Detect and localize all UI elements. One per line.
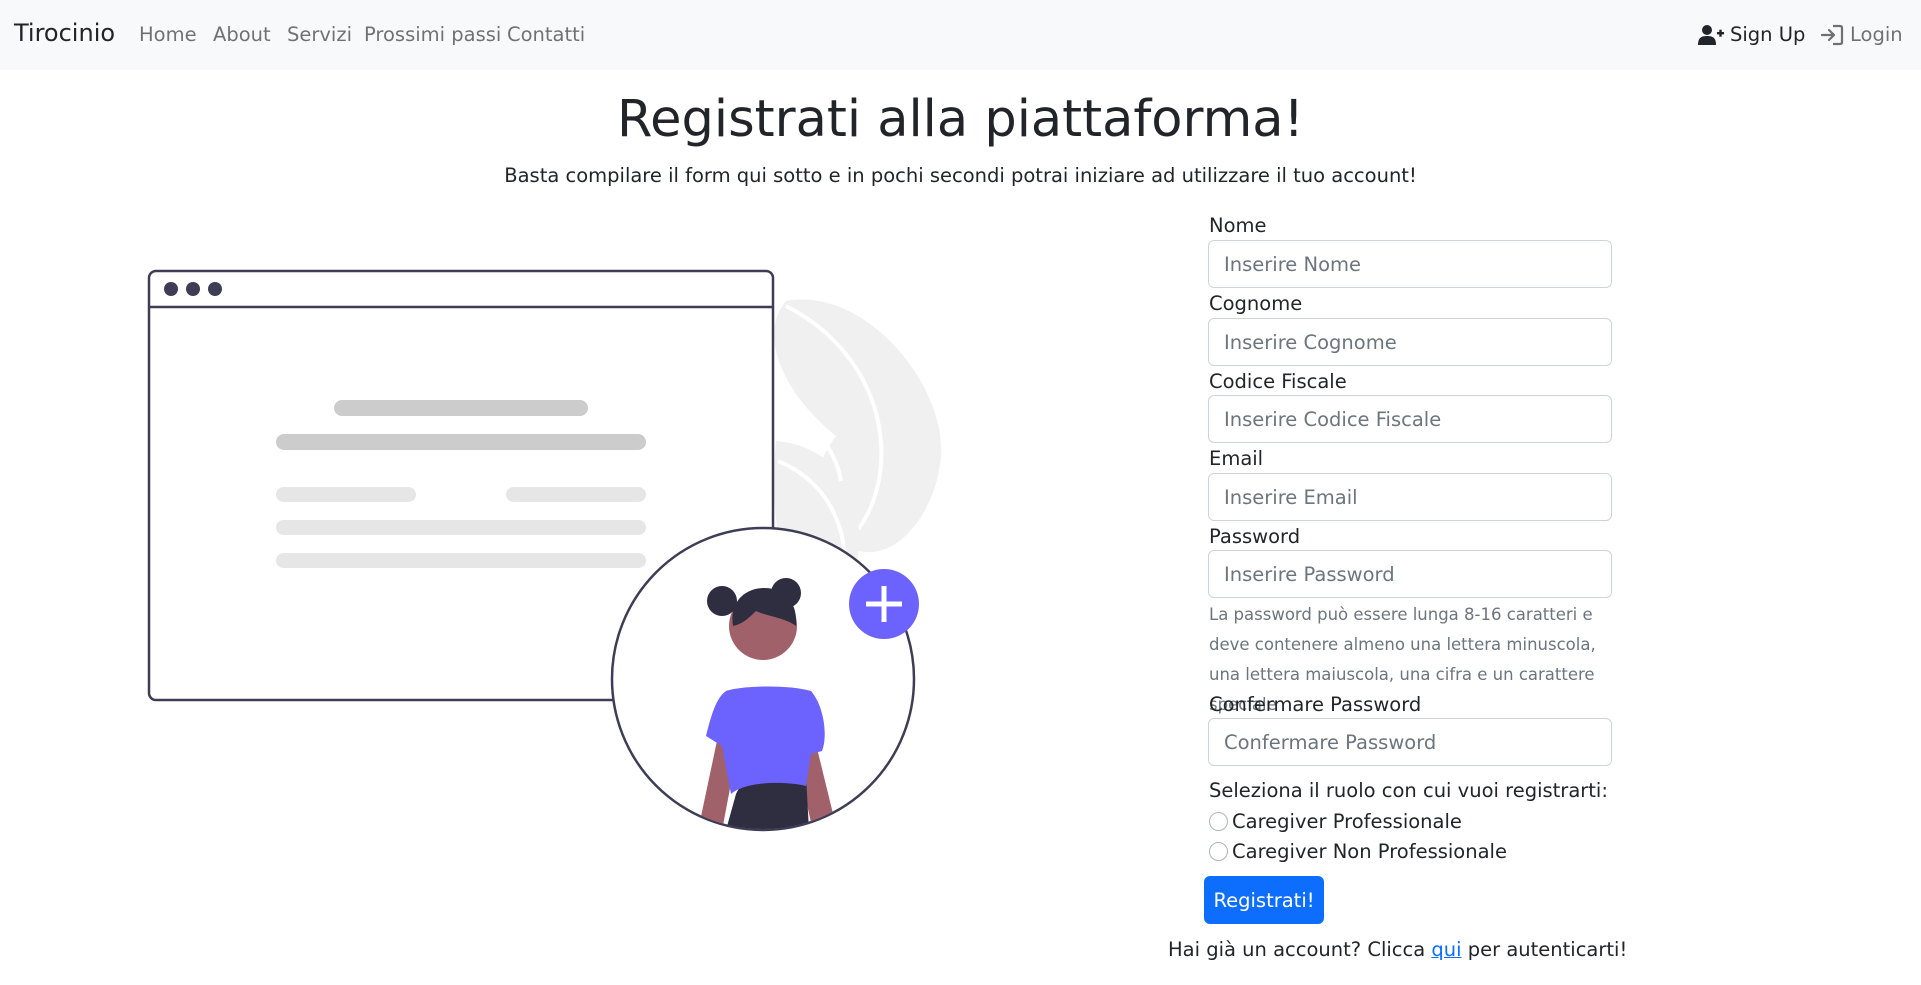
login-prompt: Hai già un account? Clicca qui per auten…	[1168, 938, 1627, 961]
confirm-password-label: Confermare Password	[1209, 693, 1422, 716]
signup-label: Sign Up	[1730, 23, 1806, 46]
nav-home-link[interactable]: Home	[139, 23, 197, 46]
avatar-person-illustration	[610, 526, 919, 832]
role-option-professional[interactable]: Caregiver Professionale	[1209, 810, 1462, 833]
nav-about-link[interactable]: About	[213, 23, 271, 46]
signup-illustration	[147, 269, 942, 832]
login-label: Login	[1850, 23, 1903, 46]
role-option-non-professional[interactable]: Caregiver Non Professionale	[1209, 840, 1507, 863]
nav-contatti-link[interactable]: Contatti	[507, 23, 585, 46]
login-prompt-prefix: Hai già un account? Clicca	[1168, 938, 1432, 961]
cognome-label: Cognome	[1209, 292, 1303, 315]
nav-servizi-link[interactable]: Servizi	[287, 23, 352, 46]
page-title: Registrati alla piattaforma!	[617, 90, 1304, 149]
role-option-label: Caregiver Non Professionale	[1232, 840, 1507, 863]
codice-fiscale-label: Codice Fiscale	[1209, 370, 1347, 393]
signup-link[interactable]: Sign Up	[1698, 23, 1805, 46]
email-input[interactable]	[1208, 473, 1612, 521]
register-button[interactable]: Registrati!	[1204, 876, 1324, 924]
email-label: Email	[1209, 447, 1264, 470]
radio-caregiver-non-professionale[interactable]	[1209, 842, 1228, 861]
login-link[interactable]: Login	[1820, 23, 1903, 46]
navbar: Tirocinio Home About Servizi Prossimi pa…	[0, 0, 1921, 70]
codice-fiscale-input[interactable]	[1208, 395, 1612, 443]
brand-link[interactable]: Tirocinio	[14, 19, 115, 47]
role-prompt: Seleziona il ruolo con cui vuoi registra…	[1209, 779, 1608, 802]
login-here-link[interactable]: qui	[1431, 938, 1461, 961]
password-label: Password	[1209, 525, 1301, 548]
password-input[interactable]	[1208, 550, 1612, 598]
confirm-password-input[interactable]	[1208, 718, 1612, 766]
plus-badge-icon	[849, 569, 919, 639]
page-subtitle: Basta compilare il form qui sotto e in p…	[504, 164, 1417, 187]
cognome-input[interactable]	[1208, 318, 1612, 366]
sign-in-icon	[1820, 24, 1844, 45]
user-plus-icon	[1698, 24, 1724, 45]
nome-input[interactable]	[1208, 240, 1612, 288]
radio-caregiver-professionale[interactable]	[1209, 812, 1228, 831]
nome-label: Nome	[1209, 214, 1267, 237]
role-option-label: Caregiver Professionale	[1232, 810, 1462, 833]
nav-prossimi-passi-link[interactable]: Prossimi passi	[364, 23, 501, 46]
login-prompt-suffix: per autenticarti!	[1461, 938, 1628, 961]
